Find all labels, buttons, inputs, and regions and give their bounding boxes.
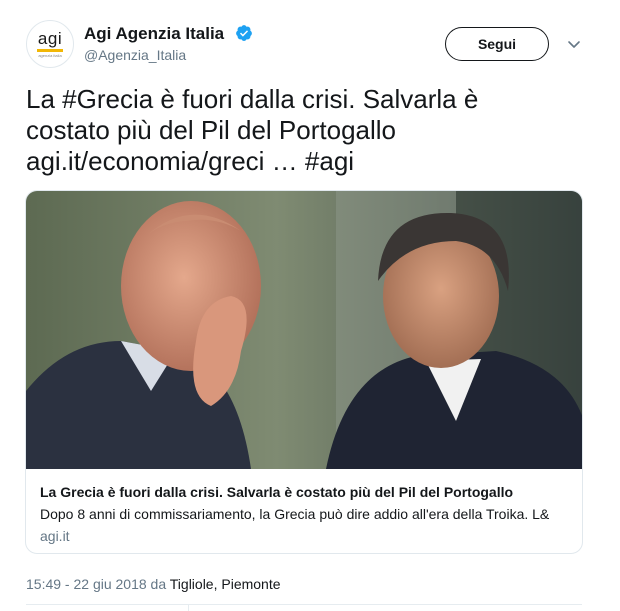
timestamp-link[interactable]: 15:49 - 22 giu 2018	[26, 576, 147, 592]
chevron-down-icon[interactable]	[566, 36, 582, 52]
account-handle[interactable]: @Agenzia_Italia	[84, 47, 186, 63]
verified-badge-icon	[236, 25, 252, 41]
card-domain: agi.it	[40, 528, 70, 544]
avatar-logo-text: agi	[37, 28, 63, 48]
display-name[interactable]: Agi Agenzia Italia	[84, 24, 224, 44]
tweet-meta: 15:49 - 22 giu 2018 da Tigliole, Piemont…	[26, 576, 281, 592]
link-card[interactable]: La Grecia è fuori dalla crisi. Salvarla …	[25, 190, 583, 554]
location-link[interactable]: Tigliole, Piemonte	[170, 576, 281, 592]
card-photo	[26, 191, 582, 469]
divider	[26, 604, 582, 605]
divider-tick	[188, 604, 189, 611]
tweet-text-line: La #Grecia è fuori dalla crisi. Salvarla…	[26, 84, 479, 114]
avatar-logo-underline	[37, 48, 63, 52]
card-description: Dopo 8 anni di commissariamento, la Grec…	[40, 506, 550, 522]
tweet-text-line: costato più del Pil del Portogallo	[26, 115, 397, 145]
location-prefix: da	[150, 576, 167, 592]
avatar-logo-subtext: agenzia italia	[38, 52, 62, 58]
avatar[interactable]: agi agenzia italia	[26, 20, 74, 68]
tweet-text: La #Grecia è fuori dalla crisi. Salvarla…	[26, 84, 596, 177]
follow-button[interactable]: Segui	[445, 27, 549, 61]
card-title: La Grecia è fuori dalla crisi. Salvarla …	[40, 484, 514, 500]
tweet-link-line[interactable]: agi.it/economia/greci … #agi	[26, 146, 596, 177]
